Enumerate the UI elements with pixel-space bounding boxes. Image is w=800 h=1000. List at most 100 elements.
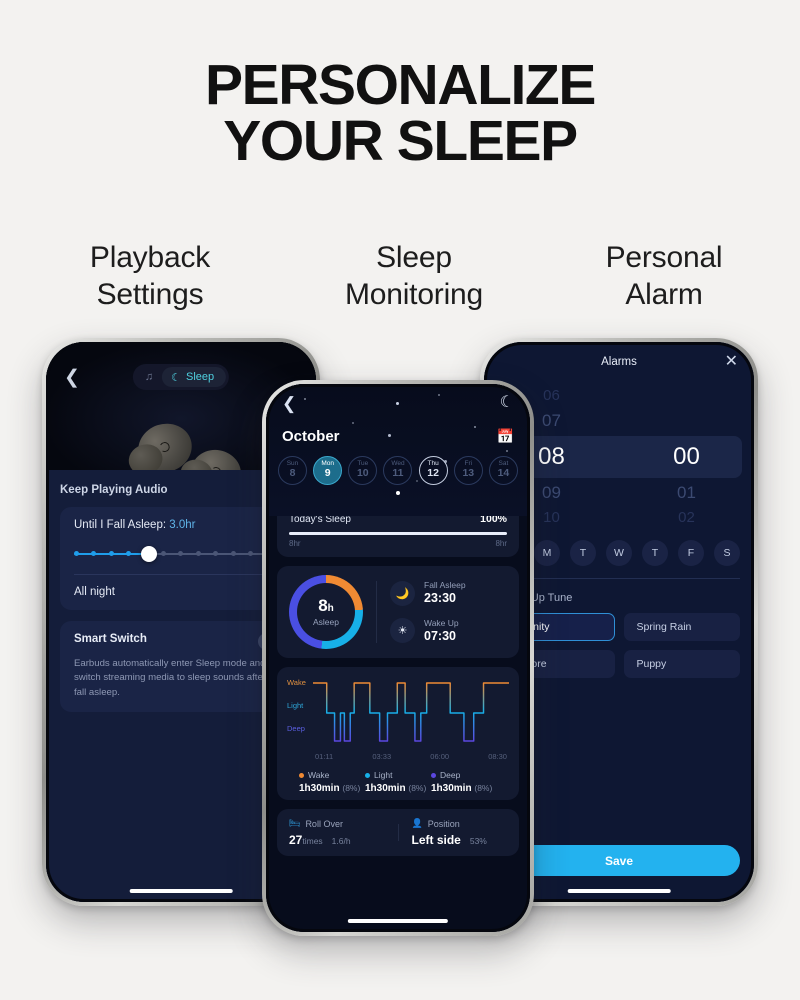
alarm-title: Alarms	[601, 356, 637, 368]
position-side: Left side	[411, 833, 461, 847]
position-value: Left side 53%	[412, 833, 508, 847]
legend-name: Deep	[440, 770, 461, 780]
hour-option-selected[interactable]: 08	[538, 436, 565, 478]
donut-center-label: 8h Asleep	[289, 575, 363, 649]
legend-item-deep: Deep 1h30min (8%)	[431, 770, 497, 794]
weekday-thursday[interactable]: T	[642, 540, 668, 566]
legend-name: Light	[374, 770, 393, 780]
month-label: October	[282, 428, 340, 445]
tune-option-puppy[interactable]: Puppy	[623, 650, 740, 678]
roll-over-count: 27	[289, 833, 303, 847]
legend-item-light: Light 1h30min (8%)	[365, 770, 431, 794]
sleep-duration-donut-chart: 8h Asleep	[289, 575, 363, 649]
close-icon[interactable]: ✕	[725, 354, 738, 370]
day-pill-mon[interactable]: Mon 9	[313, 456, 343, 485]
day-selector[interactable]: Sun 8 Mon 9 Tue 10 Wed 11 Thu 12 Fri 13 …	[266, 445, 530, 485]
legend-percent: (8%)	[408, 783, 427, 793]
moon-settings-icon[interactable]: ☾	[500, 395, 514, 411]
sleep-screen: ❮ ☾ October 📅 Sun 8 Mon 9 Tue 10 Wed 11 …	[266, 384, 530, 932]
weekday-tuesday[interactable]: T	[570, 540, 596, 566]
home-indicator	[347, 919, 449, 923]
bottom-stats-card: 🛏 Roll Over 27times 1.6/h 👤 Position Lef…	[277, 809, 519, 856]
donut-subtitle: Asleep	[313, 617, 339, 627]
home-indicator	[129, 889, 233, 893]
sleep-timer-label: Until I Fall Asleep: 3.0hr	[74, 519, 288, 531]
day-pill-sat[interactable]: Sat 14	[488, 456, 518, 485]
hour-option-below-far[interactable]: 10	[543, 508, 560, 528]
wake-up-label: Wake Up	[424, 617, 459, 628]
position-icon: 👤	[411, 818, 423, 828]
minute-option-below[interactable]: 01	[677, 478, 696, 508]
roll-over-value: 27times 1.6/h	[289, 833, 385, 847]
y-label-deep: Deep	[287, 724, 305, 733]
sleep-stage-chart-card: Wake Light Deep 01:11 03:33 06:00 08:30 …	[277, 667, 519, 800]
hour-option-below[interactable]: 09	[542, 478, 561, 508]
tune-option-spring-rain[interactable]: Spring Rain	[623, 613, 740, 641]
mode-toggle-sleep-label: Sleep	[185, 371, 215, 383]
smart-switch-header: Smart Switch	[74, 633, 288, 650]
roll-over-stat: 🛏 Roll Over 27times 1.6/h	[289, 818, 385, 847]
roll-over-label: Roll Over	[305, 818, 343, 829]
sleep-times: 🌙 Fall Asleep 23:30 ☀ Wake Up 07:30	[390, 580, 507, 644]
sleep-stage-chart: Wake Light Deep	[287, 677, 509, 749]
mode-toggle-music[interactable]: ♫	[136, 367, 162, 387]
day-number: 12	[427, 467, 439, 480]
sleep-timer-label-text: Until I Fall Asleep:	[74, 519, 167, 531]
sleep-nav-bar: ❮ ☾	[266, 384, 530, 422]
chart-plot-area	[313, 677, 509, 749]
back-icon[interactable]: ❮	[282, 395, 296, 412]
legend-value-wake: 1h30min (8%)	[299, 783, 365, 794]
divider	[376, 581, 377, 643]
todays-sleep-range: 8hr 8hr	[289, 539, 507, 548]
fall-asleep-row: 🌙 Fall Asleep 23:30	[390, 580, 507, 607]
y-label-light: Light	[287, 701, 304, 710]
position-stat: 👤 Position Left side 53%	[412, 818, 508, 847]
weekday-saturday[interactable]: S	[714, 540, 740, 566]
all-night-option[interactable]: All night	[74, 586, 288, 598]
x-label-4: 08:30	[488, 752, 507, 761]
weekday-wednesday[interactable]: W	[606, 540, 632, 566]
chart-legend: Wake 1h30min (8%) Light 1h30min (8%) Dee…	[287, 761, 509, 794]
smart-switch-description: Earbuds automatically enter Sleep mode a…	[74, 658, 285, 698]
donut-hours-unit: h	[327, 603, 334, 614]
legend-duration: 1h30min	[365, 783, 406, 794]
legend-duration: 1h30min	[431, 783, 472, 794]
hour-option-above-far[interactable]: 06	[543, 386, 560, 406]
day-pill-sun[interactable]: Sun 8	[278, 456, 307, 485]
minute-option-selected[interactable]: 00	[673, 436, 700, 478]
minute-option-below-far[interactable]: 02	[678, 508, 695, 528]
mode-toggle[interactable]: ♫ ☾ Sleep	[132, 364, 230, 390]
sleep-summary-card: 8h Asleep 🌙 Fall Asleep 23:30 ☀ Wake Up …	[277, 566, 519, 658]
day-pill-tue[interactable]: Tue 10	[348, 456, 378, 485]
slider-ticks	[74, 551, 288, 556]
position-percent: 53%	[469, 836, 487, 846]
donut-hours: 8h	[318, 597, 334, 614]
x-label-2: 03:33	[372, 752, 392, 761]
day-number: 14	[497, 467, 510, 480]
fall-asleep-time: 23:30	[424, 590, 456, 605]
day-pill-thu[interactable]: Thu 12	[418, 456, 448, 485]
slider-knob[interactable]	[140, 546, 157, 562]
sleep-timer-slider[interactable]	[74, 545, 288, 563]
day-pill-wed[interactable]: Wed 11	[383, 456, 413, 485]
day-pill-fri[interactable]: Fri 13	[453, 456, 483, 485]
divider	[397, 824, 399, 841]
roll-over-unit: times	[302, 836, 323, 846]
brand-logo-icon	[158, 440, 172, 454]
sun-icon: ☀	[390, 618, 415, 644]
page-indicator-dot	[396, 491, 400, 495]
weekday-monday[interactable]: M	[534, 540, 560, 566]
y-label-wake: Wake	[287, 678, 306, 687]
divider	[74, 574, 288, 575]
legend-label-light: Light	[365, 770, 431, 780]
weekday-friday[interactable]: F	[678, 540, 704, 566]
minute-wheel[interactable]: 00 01 02	[619, 386, 754, 528]
smart-switch-title: Smart Switch	[74, 633, 147, 645]
calendar-icon[interactable]: 📅	[497, 428, 514, 445]
back-icon[interactable]: ❮	[64, 368, 80, 387]
legend-label-wake: Wake	[299, 770, 365, 780]
mode-toggle-sleep[interactable]: ☾ Sleep	[162, 367, 227, 387]
hour-option-above[interactable]: 07	[542, 406, 561, 436]
day-number: 8	[289, 467, 296, 480]
save-button[interactable]: Save	[498, 845, 740, 876]
